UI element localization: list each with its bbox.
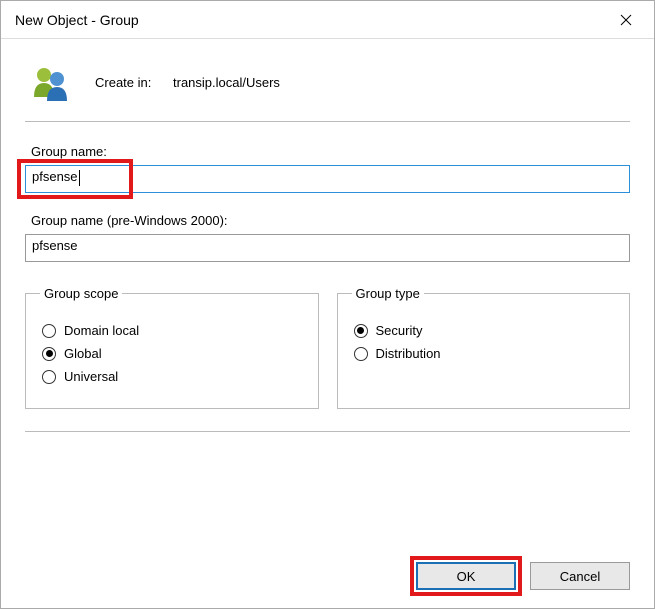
ok-label: OK [457, 569, 476, 584]
ok-button[interactable]: OK [416, 562, 516, 590]
ok-wrap: OK [416, 562, 516, 590]
group-name-value: pfsense [32, 169, 78, 184]
create-in-row: Create in: transip.local/Users [25, 53, 630, 121]
radio-icon [354, 347, 368, 361]
group-type-fieldset: Group type Security Distribution [337, 286, 631, 409]
group-name-pre2000-input[interactable]: pfsense [25, 234, 630, 262]
button-bar: OK Cancel [1, 546, 654, 608]
cancel-label: Cancel [560, 569, 600, 584]
divider-top [25, 121, 630, 122]
close-icon [620, 14, 632, 26]
group-name-label: Group name: [31, 144, 630, 159]
group-name-pre2000-value: pfsense [32, 238, 78, 253]
cancel-button[interactable]: Cancel [530, 562, 630, 590]
group-name-input[interactable]: pfsense [25, 165, 630, 193]
radio-icon [42, 347, 56, 361]
titlebar: New Object - Group [1, 1, 654, 39]
radio-universal[interactable]: Universal [42, 369, 302, 384]
group-name-wrap: pfsense [25, 165, 630, 193]
group-type-legend: Group type [352, 286, 424, 301]
radio-icon [42, 324, 56, 338]
radio-label: Security [376, 323, 423, 338]
dialog-content: Create in: transip.local/Users Group nam… [1, 39, 654, 546]
create-in-path: transip.local/Users [173, 75, 280, 90]
create-in-label: Create in: [95, 75, 151, 90]
radio-distribution[interactable]: Distribution [354, 346, 614, 361]
group-scope-legend: Group scope [40, 286, 122, 301]
radio-label: Universal [64, 369, 118, 384]
radio-icon [42, 370, 56, 384]
radio-security[interactable]: Security [354, 323, 614, 338]
radio-domain-local[interactable]: Domain local [42, 323, 302, 338]
close-button[interactable] [602, 1, 650, 38]
group-scope-fieldset: Group scope Domain local Global Universa… [25, 286, 319, 409]
radio-label: Distribution [376, 346, 441, 361]
window-title: New Object - Group [15, 12, 602, 28]
fieldset-row: Group scope Domain local Global Universa… [25, 286, 630, 409]
group-name-pre2000-label: Group name (pre-Windows 2000): [31, 213, 630, 228]
dialog-window: New Object - Group Create in: transip.lo… [0, 0, 655, 609]
radio-global[interactable]: Global [42, 346, 302, 361]
radio-label: Global [64, 346, 102, 361]
group-users-icon [29, 61, 71, 103]
text-caret [79, 170, 80, 186]
radio-label: Domain local [64, 323, 139, 338]
radio-icon [354, 324, 368, 338]
group-name-pre2000-wrap: pfsense [25, 234, 630, 262]
divider-bottom [25, 431, 630, 432]
